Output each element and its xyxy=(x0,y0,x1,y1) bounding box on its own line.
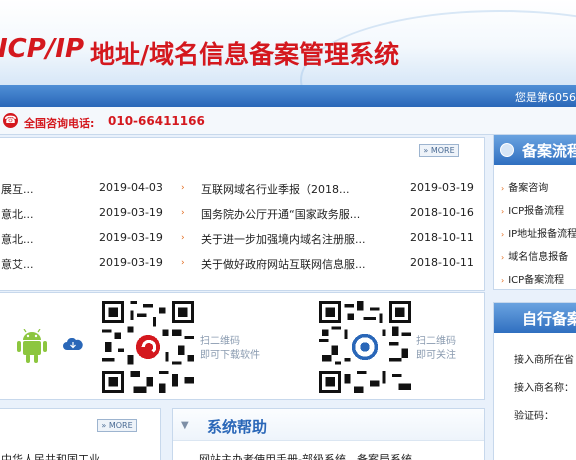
system-help-panel: ▼ 系统帮助 网站主办者使用手册-部级系统，备案局系统 xyxy=(172,408,485,460)
qr-code-app xyxy=(102,301,194,393)
notice-more-button[interactable]: » MORE xyxy=(97,419,137,432)
news-date: 2019-04-03 xyxy=(99,181,163,194)
qr-app-caption: 扫二维码 即可下载软件 xyxy=(200,335,260,363)
help-header: ▼ 系统帮助 xyxy=(173,409,484,441)
visitor-counter: 您是第6056 xyxy=(515,91,576,104)
self-filing-panel: 自行备案 接入商所在省 接入商名称： 验证码： xyxy=(493,302,576,460)
qr-wechat-caption-line2: 即可关注 xyxy=(416,350,456,361)
qr-code-wechat xyxy=(319,301,411,393)
news-title[interactable]: 互联网域名行业季报（2018... xyxy=(201,181,376,197)
flow-item[interactable]: › 备案咨询 xyxy=(501,179,548,194)
news-title[interactable]: 意北... xyxy=(1,231,41,247)
news-date: 2018-10-11 xyxy=(410,256,474,269)
news-title[interactable]: 关于进一步加强境内域名注册服... xyxy=(201,231,376,247)
app-download-panel: 扫二维码 即可下载软件 扫二维码 即可关注 xyxy=(0,292,485,400)
hotline-strip: ☎ 全国咨询电话: 010-66411166 xyxy=(0,107,576,135)
flow-item[interactable]: › IP地址报备流程 xyxy=(501,225,576,240)
news-title[interactable]: 意北... xyxy=(1,206,41,222)
news-title[interactable]: 展互... xyxy=(1,181,41,197)
android-icon[interactable] xyxy=(17,329,47,363)
flow-item[interactable]: › ICP备案流程 xyxy=(501,271,564,286)
bullet-icon: › xyxy=(501,184,505,193)
flow-item-label[interactable]: 备案咨询 xyxy=(508,183,548,194)
flow-item-label[interactable]: IP地址报备流程 xyxy=(508,229,576,240)
phone-icon: ☎ xyxy=(3,113,18,128)
filing-process-title: 备案流程 xyxy=(522,142,576,160)
news-date: 2018-10-16 xyxy=(410,206,474,219)
qr-wechat-caption: 扫二维码 即可关注 xyxy=(416,335,456,363)
page-header: ICP/IP 地址/域名信息备案管理系统 xyxy=(0,0,576,85)
news-date: 2019-03-19 xyxy=(99,256,163,269)
news-date: 2019-03-19 xyxy=(99,231,163,244)
flow-item-label[interactable]: ICP备案流程 xyxy=(508,275,564,286)
bullet-icon: › xyxy=(501,253,505,262)
news-title[interactable]: 意艾... xyxy=(1,256,41,272)
filing-process-header: 备案流程 xyxy=(494,135,576,165)
bullet-icon: › xyxy=(501,207,505,216)
news-date: 2019-03-19 xyxy=(410,181,474,194)
help-title: 系统帮助 xyxy=(207,418,268,436)
captcha-label: 验证码： xyxy=(514,411,554,422)
qr-wechat-caption-line1: 扫二维码 xyxy=(416,336,456,347)
cloud-download-icon[interactable] xyxy=(63,338,83,350)
flow-item[interactable]: › ICP报备流程 xyxy=(501,202,564,217)
filing-process-panel: 备案流程 › 备案咨询 › ICP报备流程 › IP地址报备流程 › 域名信息报备 › I… xyxy=(493,134,576,290)
site-logo-text: ICP/IP xyxy=(0,34,85,64)
bullet-icon: › xyxy=(181,258,185,268)
site-title: 地址/域名信息备案管理系统 xyxy=(90,40,400,69)
news-date: 2019-03-19 xyxy=(99,206,163,219)
top-nav-bar: 您是第6056 xyxy=(0,85,576,107)
qr-app-caption-line1: 扫二维码 xyxy=(200,336,240,347)
self-filing-header: 自行备案 xyxy=(494,303,576,333)
self-filing-title: 自行备案 xyxy=(522,310,576,328)
isp-province-label: 接入商所在省 xyxy=(514,355,574,366)
bullet-icon: › xyxy=(501,230,505,239)
news-date: 2018-10-11 xyxy=(410,231,474,244)
qr-app-caption-line2: 即可下载软件 xyxy=(200,350,260,361)
news-title[interactable]: 国务院办公厅开通“国家政务服... xyxy=(201,206,376,222)
flow-item-label[interactable]: ICP报备流程 xyxy=(508,206,564,217)
news-panel: » MORE 展互... 2019-04-03 意北... 2019-03-19… xyxy=(0,137,485,291)
news-more-button[interactable]: » MORE xyxy=(419,144,459,157)
bullet-icon: › xyxy=(181,183,185,193)
bullet-icon: › xyxy=(501,276,505,285)
flow-item[interactable]: › 域名信息报备 xyxy=(501,248,568,263)
flow-item-label[interactable]: 域名信息报备 xyxy=(508,252,568,263)
isp-name-label: 接入商名称： xyxy=(514,383,574,394)
hotline-number: 010-66411166 xyxy=(108,114,205,128)
bullet-icon: › xyxy=(181,233,185,243)
process-icon xyxy=(500,143,514,157)
triangle-down-icon: ▼ xyxy=(181,420,189,431)
notice-panel: » MORE 中华人民共和国工业 xyxy=(0,408,161,460)
notice-item[interactable]: 中华人民共和国工业 xyxy=(1,451,100,460)
hotline-label: 全国咨询电话: xyxy=(24,117,95,130)
news-title[interactable]: 关于做好政府网站互联网信息服... xyxy=(201,256,376,272)
bullet-icon: › xyxy=(181,208,185,218)
help-item[interactable]: 网站主办者使用手册-部级系统，备案局系统 xyxy=(199,451,412,460)
